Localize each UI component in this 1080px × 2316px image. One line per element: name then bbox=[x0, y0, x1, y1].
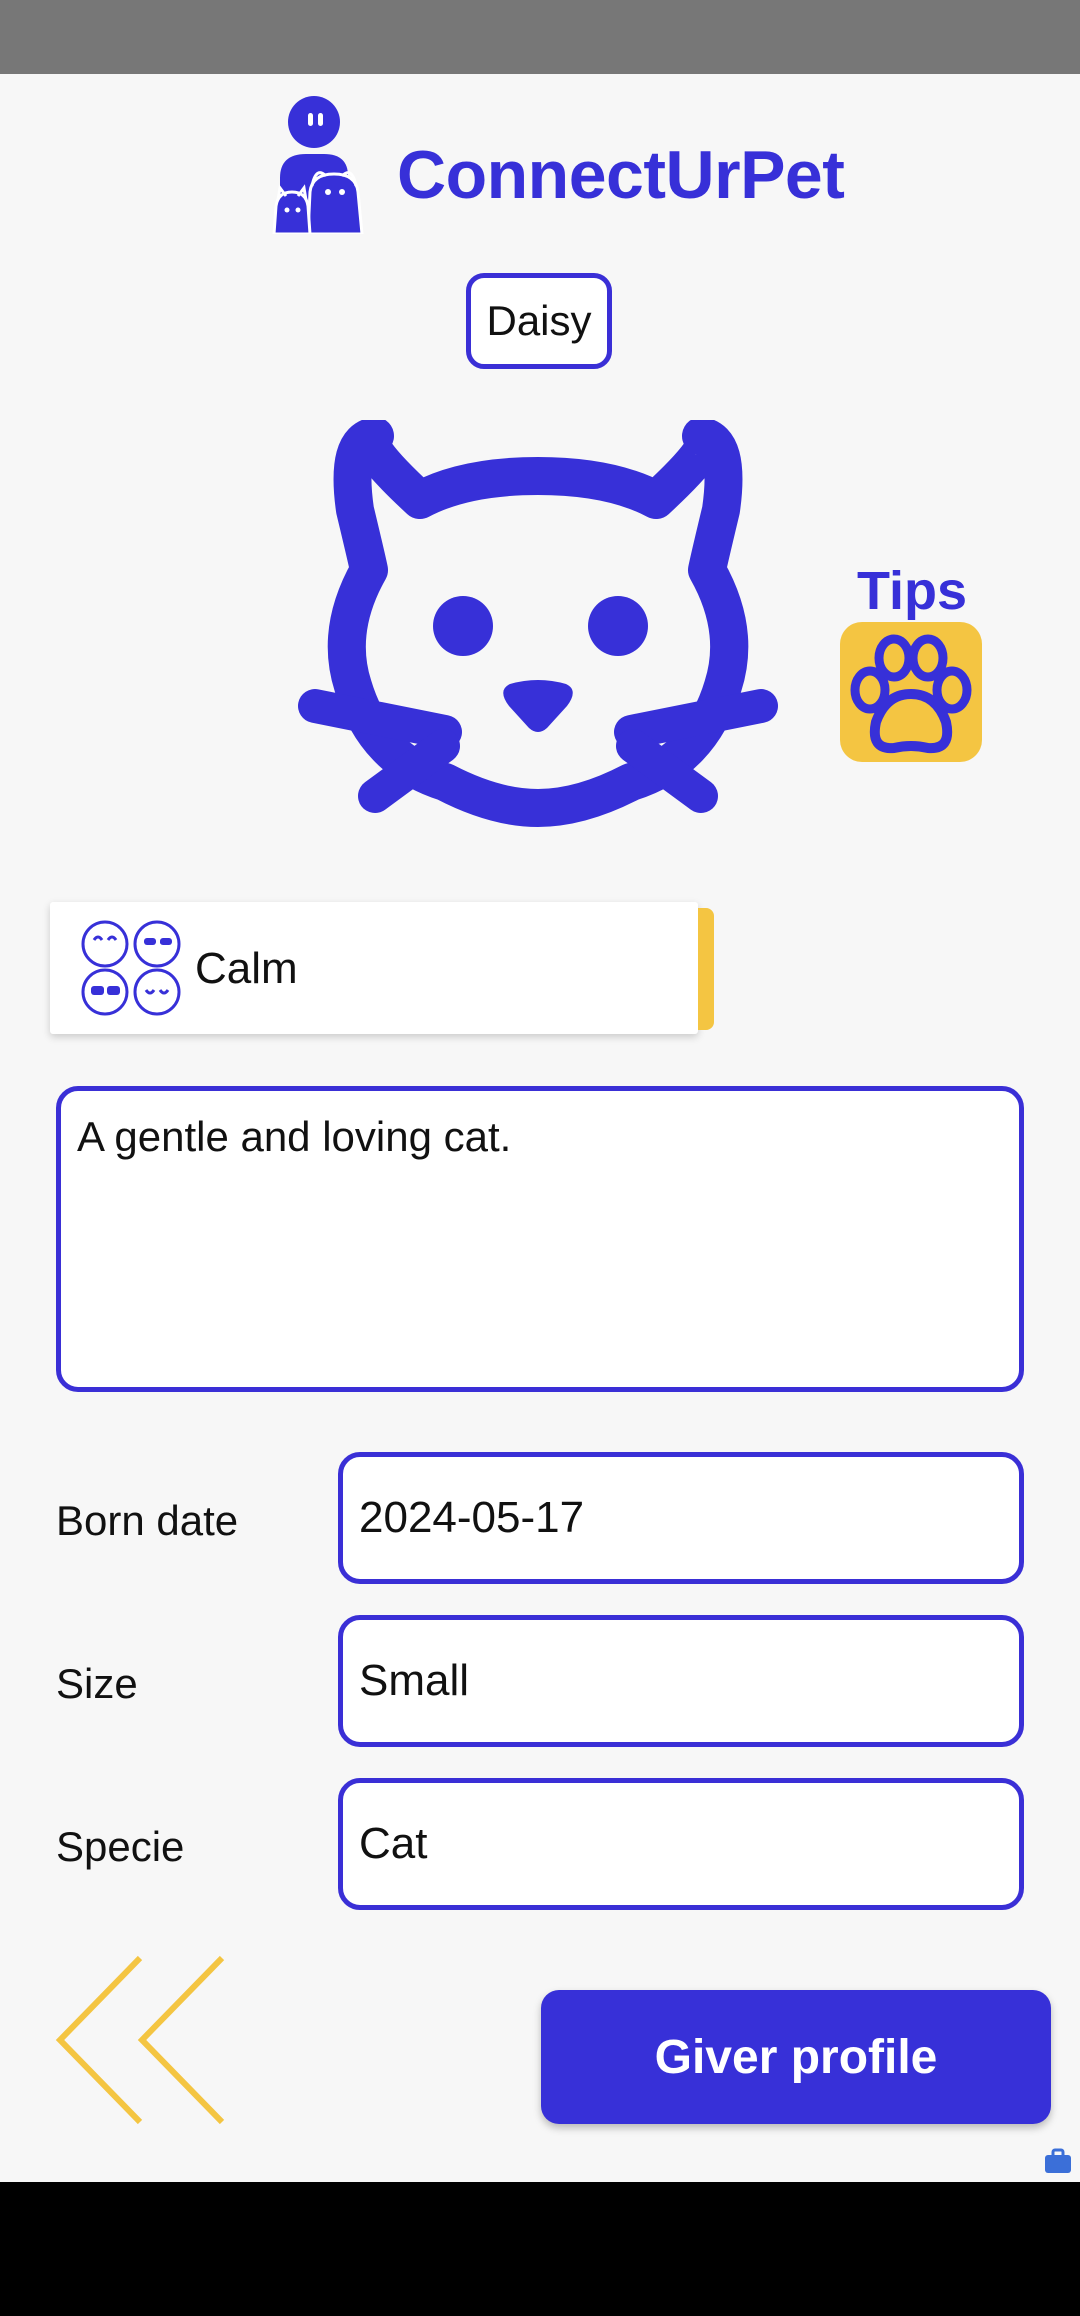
tips-button[interactable] bbox=[840, 622, 982, 762]
status-bar bbox=[0, 0, 1080, 74]
specie-field[interactable]: Cat bbox=[338, 1778, 1024, 1910]
paw-icon bbox=[850, 634, 972, 754]
temperament-label: Calm bbox=[195, 944, 298, 993]
tips-label: Tips bbox=[856, 561, 968, 621]
born-date-field[interactable]: 2024-05-17 bbox=[338, 1452, 1024, 1584]
app-header: ConnectUrPet bbox=[272, 96, 852, 236]
cat-face-icon[interactable] bbox=[295, 420, 781, 830]
person-with-pets-icon bbox=[272, 96, 364, 234]
born-date-label: Born date bbox=[56, 1497, 239, 1544]
double-chevron-left-icon bbox=[55, 1955, 225, 2125]
size-field[interactable]: Small bbox=[338, 1615, 1024, 1747]
back-button[interactable] bbox=[52, 1952, 232, 2128]
moods-icon bbox=[81, 920, 181, 1016]
temperament-accent bbox=[698, 908, 714, 1030]
description-field[interactable]: A gentle and loving cat. bbox=[56, 1086, 1024, 1392]
temperament-selector[interactable]: Calm bbox=[50, 902, 714, 1034]
size-label: Size bbox=[56, 1660, 138, 1707]
pet-name-field[interactable]: Daisy bbox=[466, 273, 612, 369]
navigation-bar bbox=[0, 2182, 1080, 2316]
briefcase-icon bbox=[1045, 2148, 1071, 2173]
giver-profile-button[interactable]: Giver profile bbox=[541, 1990, 1051, 2124]
specie-label: Specie bbox=[56, 1823, 185, 1870]
app-title: ConnectUrPet bbox=[397, 137, 845, 213]
